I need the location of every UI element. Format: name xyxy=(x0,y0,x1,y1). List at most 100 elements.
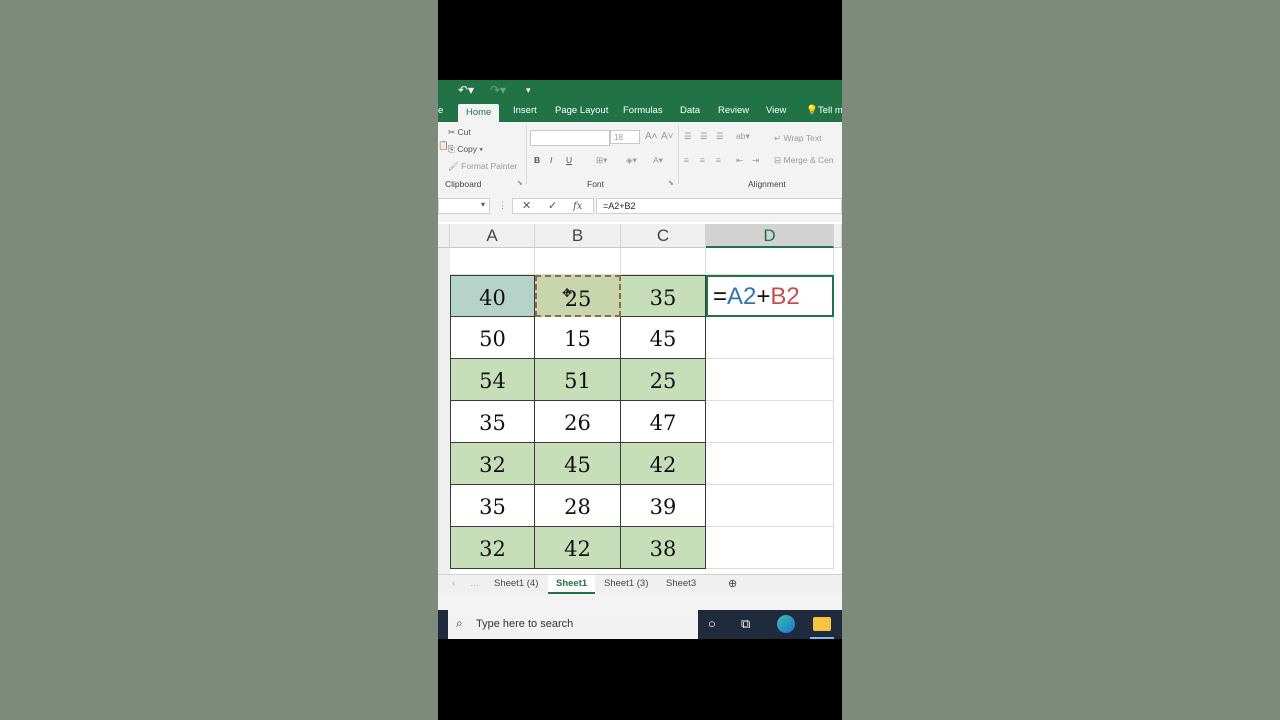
name-box[interactable]: ▾ xyxy=(438,198,490,214)
wrap-text-button[interactable]: ↵ Wrap Text xyxy=(774,133,821,144)
add-sheet-icon[interactable]: ⊕ xyxy=(728,577,737,590)
column-header-a[interactable]: A xyxy=(450,224,535,248)
cancel-icon[interactable]: ✕ xyxy=(522,199,531,214)
cell-d8[interactable] xyxy=(706,527,834,569)
customize-quick-access-icon[interactable]: ▾ xyxy=(526,85,531,96)
cell-b7[interactable]: 28 xyxy=(535,485,621,527)
cell-d1[interactable] xyxy=(706,248,834,275)
cell-b5[interactable]: 26 xyxy=(535,401,621,443)
taskbar-search-box[interactable]: ⌕ Type here to search xyxy=(448,610,698,639)
cell-b6[interactable]: 45 xyxy=(535,443,621,485)
cell-d4[interactable] xyxy=(706,359,834,401)
cell-c8[interactable]: 38 xyxy=(621,527,706,569)
cut-label: Cut xyxy=(457,127,471,137)
align-center-icon[interactable]: ≡ xyxy=(700,155,705,165)
cell-a4[interactable]: 54 xyxy=(450,359,535,401)
chevron-down-icon[interactable]: ▾ xyxy=(481,200,485,209)
paste-icon[interactable]: 📋 xyxy=(438,140,449,151)
font-group-label: Font xyxy=(587,179,605,189)
cell-d2-active[interactable]: =A2+B2 xyxy=(706,275,834,317)
cell-c7[interactable]: 39 xyxy=(621,485,706,527)
align-top-icon[interactable]: ☰ xyxy=(684,131,692,142)
alignment-group-label: Alignment xyxy=(748,179,786,189)
cell-d7[interactable] xyxy=(706,485,834,527)
cell-b2[interactable]: 25 xyxy=(535,275,621,317)
column-header-d[interactable]: D xyxy=(706,224,834,248)
cell-a8[interactable]: 32 xyxy=(450,527,535,569)
sheet-tab-sheet1[interactable]: Sheet1 xyxy=(548,575,596,594)
tab-page-layout[interactable]: Page Layout xyxy=(555,105,608,116)
copy-button[interactable]: ⎘ Copy ▾ xyxy=(448,144,483,155)
decrease-font-size-button[interactable]: A˅ xyxy=(661,131,674,142)
sheet-tab-sheet3[interactable]: Sheet3 xyxy=(666,578,696,589)
cut-button[interactable]: ✂ Cut xyxy=(448,127,471,138)
decrease-indent-icon[interactable]: ⇤ xyxy=(736,155,743,166)
align-middle-icon[interactable]: ☰ xyxy=(700,131,708,142)
italic-button[interactable]: I xyxy=(550,155,552,165)
cell-c2[interactable]: 35 xyxy=(621,275,706,317)
edge-icon[interactable] xyxy=(777,615,795,633)
font-launcher-icon[interactable]: ⬊ xyxy=(668,179,674,187)
tab-formulas[interactable]: Formulas xyxy=(623,105,663,116)
tab-home[interactable]: Home xyxy=(458,104,500,122)
column-header-e[interactable] xyxy=(834,224,842,248)
more-sheets-icon[interactable]: … xyxy=(470,578,480,589)
cell-c3[interactable]: 45 xyxy=(621,317,706,359)
tab-data[interactable]: Data xyxy=(680,105,700,116)
align-left-icon[interactable]: ≡ xyxy=(684,155,689,165)
font-size-dropdown[interactable]: 18 xyxy=(610,130,640,144)
cell-b1[interactable] xyxy=(535,248,621,275)
cell-a5[interactable]: 35 xyxy=(450,401,535,443)
sheet-tab-sheet1-3[interactable]: Sheet1 (3) xyxy=(604,578,648,589)
formula-input[interactable]: =A2+B2 xyxy=(596,198,842,214)
tell-me-search[interactable]: Tell m xyxy=(818,105,842,116)
merge-center-button[interactable]: ⊟ Merge & Cen xyxy=(774,155,834,166)
cell-c4[interactable]: 25 xyxy=(621,359,706,401)
task-view-icon[interactable]: ⧉ xyxy=(741,616,750,632)
align-bottom-icon[interactable]: ☰ xyxy=(716,131,724,142)
undo-icon[interactable]: ↶▾ xyxy=(458,83,474,97)
column-header-b[interactable]: B xyxy=(535,224,621,248)
borders-icon[interactable]: ⊞▾ xyxy=(596,155,607,166)
file-explorer-icon[interactable] xyxy=(813,617,831,631)
format-painter-button[interactable]: 🖌 Format Painter xyxy=(448,161,517,172)
tab-file[interactable]: e xyxy=(438,105,443,116)
cell-a2[interactable]: 40 xyxy=(450,275,535,317)
cell-a1[interactable] xyxy=(450,248,535,275)
cell-c6[interactable]: 42 xyxy=(621,443,706,485)
increase-indent-icon[interactable]: ⇥ xyxy=(752,155,759,166)
column-header-c[interactable]: C xyxy=(621,224,706,248)
cell-c1[interactable] xyxy=(621,248,706,275)
increase-font-size-button[interactable]: A˄ xyxy=(645,131,658,142)
scroll-left-icon[interactable]: ‹ xyxy=(452,578,455,589)
cell-b8[interactable]: 42 xyxy=(535,527,621,569)
underline-button[interactable]: U xyxy=(566,155,572,165)
enter-icon[interactable]: ✓ xyxy=(548,199,557,214)
cell-c5[interactable]: 47 xyxy=(621,401,706,443)
clipboard-launcher-icon[interactable]: ⬊ xyxy=(517,179,523,187)
sheet-tab-sheet1-4[interactable]: Sheet1 (4) xyxy=(494,578,538,589)
cell-d5[interactable] xyxy=(706,401,834,443)
tab-review[interactable]: Review xyxy=(718,105,749,116)
insert-function-icon[interactable]: fx xyxy=(573,199,582,214)
font-color-icon[interactable]: A▾ xyxy=(653,155,663,166)
align-right-icon[interactable]: ≡ xyxy=(716,155,721,165)
orientation-icon[interactable]: ab▾ xyxy=(736,131,750,142)
tab-insert[interactable]: Insert xyxy=(513,105,537,116)
redo-icon[interactable]: ↷▾ xyxy=(490,83,506,97)
cell-d6[interactable] xyxy=(706,443,834,485)
ribbon-tabs: e Home Insert Page Layout Formulas Data … xyxy=(438,102,842,122)
cell-a7[interactable]: 35 xyxy=(450,485,535,527)
font-name-dropdown[interactable] xyxy=(530,130,610,146)
cell-b4[interactable]: 51 xyxy=(535,359,621,401)
bold-button[interactable]: B xyxy=(534,155,540,165)
cell-a3[interactable]: 50 xyxy=(450,317,535,359)
cell-b3[interactable]: 15 xyxy=(535,317,621,359)
fill-color-icon[interactable]: ◈▾ xyxy=(626,155,637,166)
tab-view[interactable]: View xyxy=(766,105,786,116)
cell-d3[interactable] xyxy=(706,317,834,359)
cell-a6[interactable]: 32 xyxy=(450,443,535,485)
cortana-icon[interactable]: ○ xyxy=(708,616,716,631)
select-all-corner[interactable] xyxy=(438,224,450,248)
ribbon-home: 📋 ✂ Cut ⎘ Copy ▾ 🖌 Format Painter Clipbo… xyxy=(438,122,842,191)
